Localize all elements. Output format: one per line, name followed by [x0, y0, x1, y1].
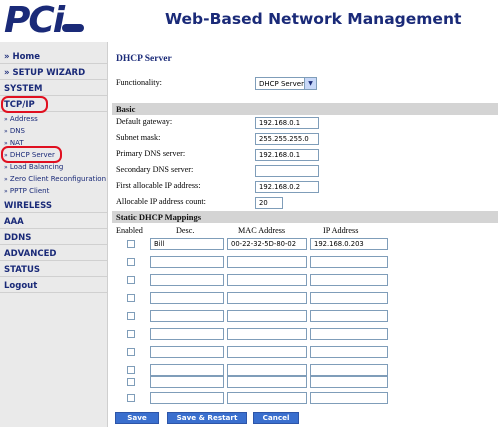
enabled-checkbox[interactable] [127, 276, 135, 284]
first-ip-input[interactable]: 192.168.0.2 [255, 181, 319, 193]
nav-home[interactable]: » Home [0, 50, 107, 64]
field-label: Secondary DNS server: [116, 165, 194, 174]
nav-sub-address[interactable]: » Address [0, 113, 107, 125]
desc-input[interactable] [150, 346, 224, 358]
nav-logout[interactable]: Logout [0, 279, 107, 293]
field-label: Default gateway: [116, 117, 173, 126]
sub-arrow-icon: » [4, 188, 8, 195]
highlight-circle-dhcp [1, 146, 62, 163]
col-enabled: Enabled [116, 226, 143, 235]
ip-input[interactable] [310, 376, 388, 388]
cancel-button[interactable]: Cancel [253, 412, 299, 424]
functionality-select[interactable]: DHCP Server ▼ [255, 77, 317, 90]
ip-count-input[interactable]: 20 [255, 197, 283, 209]
col-mac: MAC Address [238, 226, 286, 235]
ip-input[interactable] [310, 310, 388, 322]
nav-sub-pptp-client[interactable]: » PPTP Client [0, 185, 107, 197]
functionality-value: DHCP Server [259, 80, 304, 88]
chevron-down-icon: ▼ [304, 78, 316, 89]
highlight-circle-tcpip [1, 96, 48, 113]
mac-input[interactable] [227, 274, 307, 286]
ip-input[interactable] [310, 346, 388, 358]
ip-input[interactable] [310, 364, 388, 376]
ip-input[interactable] [310, 392, 388, 404]
mac-input[interactable] [227, 256, 307, 268]
mac-input[interactable] [227, 392, 307, 404]
field-label: Subnet mask: [116, 133, 161, 142]
sub-arrow-icon: » [4, 128, 8, 135]
ip-input[interactable]: 192.168.0.203 [310, 238, 388, 250]
enabled-checkbox[interactable] [127, 378, 135, 386]
mac-input[interactable] [227, 346, 307, 358]
nav-sub-label: DNS [9, 127, 25, 135]
mac-input[interactable] [227, 310, 307, 322]
desc-input[interactable] [150, 392, 224, 404]
default-gateway-input[interactable]: 192.168.0.1 [255, 117, 319, 129]
subnet-mask-input[interactable]: 255.255.255.0 [255, 133, 319, 145]
nav-aaa[interactable]: AAA [0, 215, 107, 229]
save-button[interactable]: Save [115, 412, 159, 424]
ip-input[interactable] [310, 274, 388, 286]
nav-ddns[interactable]: DDNS [0, 231, 107, 245]
field-label: Primary DNS server: [116, 149, 186, 158]
sub-arrow-icon: » [4, 116, 8, 123]
logo-swoosh [62, 24, 84, 32]
enabled-checkbox[interactable] [127, 294, 135, 302]
ip-input[interactable] [310, 256, 388, 268]
mac-input[interactable] [227, 292, 307, 304]
nav-sub-dns[interactable]: » DNS [0, 125, 107, 137]
desc-input[interactable]: Bill [150, 238, 224, 250]
save-restart-button[interactable]: Save & Restart [167, 412, 247, 424]
app-title: Web-Based Network Management [165, 10, 462, 28]
desc-input[interactable] [150, 292, 224, 304]
header: PCi Web-Based Network Management [0, 0, 500, 40]
col-desc: Desc. [176, 226, 195, 235]
mac-input[interactable] [227, 364, 307, 376]
mac-input[interactable] [227, 376, 307, 388]
field-label: Allocable IP address count: [116, 197, 206, 206]
nav-system[interactable]: SYSTEM [0, 82, 107, 96]
desc-input[interactable] [150, 328, 224, 340]
nav-sub-label: Zero Client Reconfiguration [9, 175, 107, 183]
mac-input[interactable]: 00-22-32-5D-80-02 [227, 238, 307, 250]
nav-setup-wizard[interactable]: » SETUP WIZARD [0, 66, 107, 80]
enabled-checkbox[interactable] [127, 366, 135, 374]
enabled-checkbox[interactable] [127, 258, 135, 266]
nav-wireless[interactable]: WIRELESS [0, 199, 107, 213]
sub-arrow-icon: » [4, 164, 8, 171]
secondary-dns-input[interactable] [255, 165, 319, 177]
section-static-mappings: Static DHCP Mappings [112, 211, 498, 223]
desc-input[interactable] [150, 256, 224, 268]
enabled-checkbox[interactable] [127, 348, 135, 356]
nav-sub-zero-client[interactable]: » Zero Client Reconfiguration [0, 173, 107, 185]
col-ip: IP Address [323, 226, 359, 235]
pci-logo: PCi [4, 0, 65, 41]
enabled-checkbox[interactable] [127, 312, 135, 320]
section-basic: Basic [112, 103, 498, 115]
ip-input[interactable] [310, 328, 388, 340]
enabled-checkbox[interactable] [127, 394, 135, 402]
desc-input[interactable] [150, 274, 224, 286]
nav-advanced[interactable]: ADVANCED [0, 247, 107, 261]
desc-input[interactable] [150, 376, 224, 388]
enabled-checkbox[interactable] [127, 330, 135, 338]
field-label: First allocable IP address: [116, 181, 201, 190]
ip-input[interactable] [310, 292, 388, 304]
desc-input[interactable] [150, 310, 224, 322]
nav-sub-label: PPTP Client [9, 187, 50, 195]
sidebar: » Home » SETUP WIZARD SYSTEM TCP/IP » Ad… [0, 42, 108, 427]
functionality-label: Functionality: [116, 78, 162, 87]
sub-arrow-icon: » [4, 176, 8, 183]
page-title: DHCP Server [116, 54, 172, 64]
nav-sub-label: Load Balancing [9, 163, 64, 171]
enabled-checkbox[interactable] [127, 240, 135, 248]
mac-input[interactable] [227, 328, 307, 340]
primary-dns-input[interactable]: 192.168.0.1 [255, 149, 319, 161]
nav-sub-label: Address [9, 115, 38, 123]
desc-input[interactable] [150, 364, 224, 376]
nav-status[interactable]: STATUS [0, 263, 107, 277]
